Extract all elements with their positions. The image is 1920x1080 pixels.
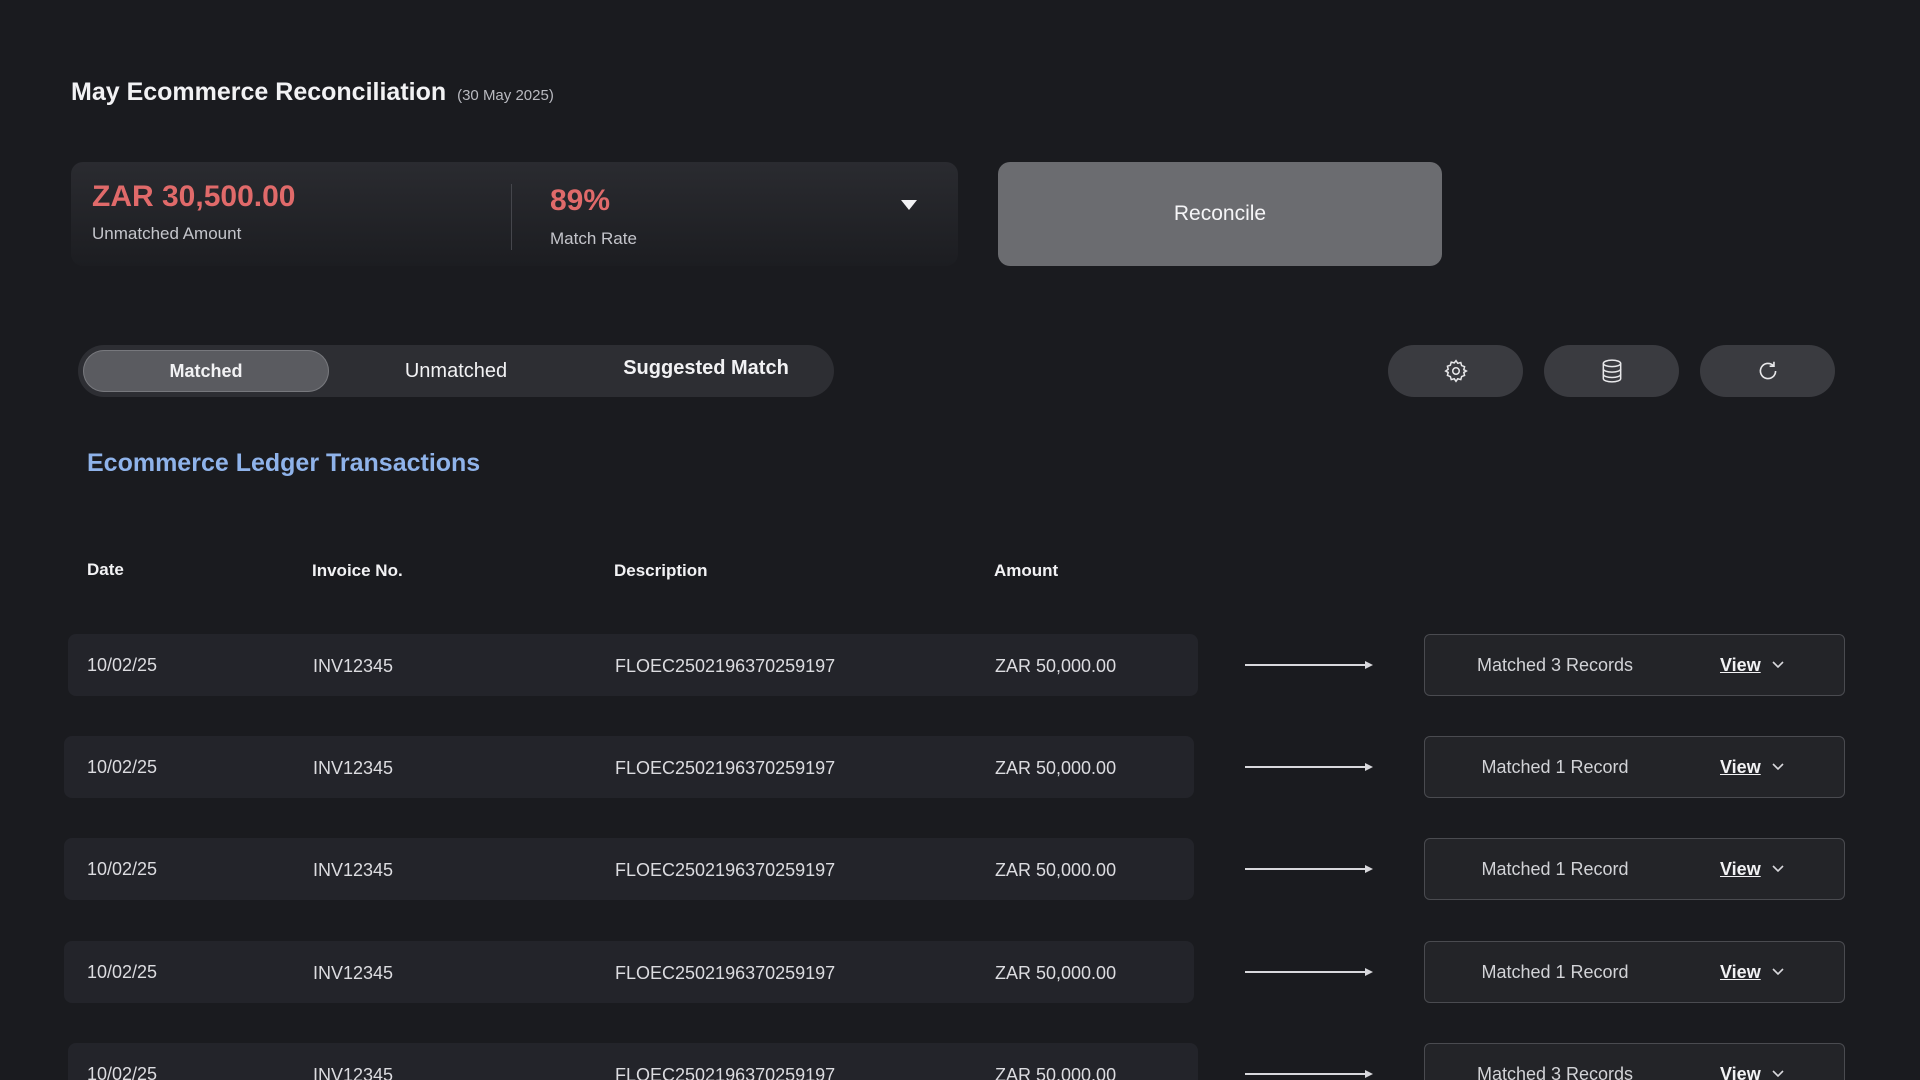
cell-date: 10/02/25 <box>87 655 158 675</box>
match-status-text: Matched 1 Record <box>1481 757 1629 777</box>
reconciliation-page: May Ecommerce Reconciliation (30 May 202… <box>0 0 1920 1080</box>
database-icon <box>1602 359 1621 383</box>
cell-amount: ZAR 50,000.00 <box>995 963 1117 983</box>
match-status-text: Matched 3 Records <box>1476 1064 1634 1080</box>
cell-invoice: INV12345 <box>313 758 394 778</box>
view-link[interactable]: View <box>1720 962 1761 983</box>
gear-icon <box>1443 359 1468 383</box>
view-link[interactable]: View <box>1720 655 1761 676</box>
view-link[interactable]: View <box>1720 859 1761 880</box>
refresh-icon <box>1759 361 1776 380</box>
arrow-right-icon <box>1245 661 1373 669</box>
summary-divider <box>511 184 512 250</box>
match-status-box: Matched 1 Record View <box>1424 941 1845 1003</box>
cell-invoice: INV12345 <box>313 963 394 983</box>
cell-description: FLOEC2502196370259197 <box>615 1065 836 1080</box>
arrow-right-icon <box>1245 1070 1373 1078</box>
cell-description: FLOEC2502196370259197 <box>615 758 836 778</box>
match-rate-value: 89% <box>550 184 611 217</box>
chevron-down-icon[interactable] <box>1771 864 1785 874</box>
cell-amount: ZAR 50,000.00 <box>995 656 1117 676</box>
unmatched-amount-label: Unmatched Amount <box>92 224 242 243</box>
chevron-down-icon[interactable] <box>1771 1069 1785 1079</box>
cell-amount: ZAR 50,000.00 <box>995 758 1117 778</box>
summary-card: ZAR 30,500.00 Unmatched Amount 89% Match… <box>71 162 958 266</box>
cell-amount: ZAR 50,000.00 <box>995 860 1117 880</box>
cell-invoice: INV12345 <box>313 656 394 676</box>
view-link[interactable]: View <box>1720 757 1761 778</box>
page-date: (30 May 2025) <box>457 87 554 104</box>
page-title-text: May Ecommerce Reconciliation <box>71 78 447 106</box>
unmatched-amount-value: ZAR 30,500.00 <box>92 180 296 213</box>
chevron-down-icon[interactable] <box>1771 762 1785 772</box>
page-title: May Ecommerce Reconciliation (30 May 202… <box>71 78 554 107</box>
cell-description: FLOEC2502196370259197 <box>615 656 836 676</box>
tab-suggested-match[interactable]: Suggested Match <box>583 347 829 389</box>
database-button[interactable] <box>1544 345 1679 397</box>
match-status-text: Matched 3 Records <box>1476 655 1634 675</box>
cell-date: 10/02/25 <box>87 1064 158 1080</box>
column-header-invoice: Invoice No. <box>312 561 403 580</box>
tab-matched[interactable]: Matched <box>83 350 329 392</box>
match-status-text: Matched 1 Record <box>1481 859 1629 879</box>
cell-description: FLOEC2502196370259197 <box>615 963 836 983</box>
match-status-box: Matched 3 Records View <box>1424 634 1845 696</box>
settings-button[interactable] <box>1388 345 1523 397</box>
arrow-right-icon <box>1245 865 1373 873</box>
cell-invoice: INV12345 <box>313 860 394 880</box>
tab-bar: Matched Unmatched Suggested Match <box>78 345 834 397</box>
match-status-text: Matched 1 Record <box>1481 962 1629 982</box>
arrow-right-icon <box>1245 763 1373 771</box>
section-title: Ecommerce Ledger Transactions <box>87 449 481 477</box>
cell-date: 10/02/25 <box>87 962 158 982</box>
column-header-date: Date <box>87 560 124 579</box>
view-link[interactable]: View <box>1720 1064 1761 1080</box>
chevron-down-icon[interactable] <box>1771 967 1785 977</box>
cell-date: 10/02/25 <box>87 859 158 879</box>
cell-invoice: INV12345 <box>313 1065 394 1080</box>
reconcile-button[interactable]: Reconcile <box>998 162 1442 266</box>
column-header-description: Description <box>614 561 708 580</box>
summary-dropdown-icon[interactable] <box>901 200 917 210</box>
cell-description: FLOEC2502196370259197 <box>615 860 836 880</box>
chevron-down-icon[interactable] <box>1771 660 1785 670</box>
refresh-button[interactable] <box>1700 345 1835 397</box>
column-header-amount: Amount <box>994 561 1059 580</box>
match-status-box: Matched 1 Record View <box>1424 736 1845 798</box>
match-rate-label: Match Rate <box>550 229 637 248</box>
tab-unmatched[interactable]: Unmatched <box>333 350 579 392</box>
cell-date: 10/02/25 <box>87 757 158 777</box>
match-status-box: Matched 3 Records View <box>1424 1043 1845 1080</box>
match-status-box: Matched 1 Record View <box>1424 838 1845 900</box>
cell-amount: ZAR 50,000.00 <box>995 1065 1117 1080</box>
arrow-right-icon <box>1245 968 1373 976</box>
